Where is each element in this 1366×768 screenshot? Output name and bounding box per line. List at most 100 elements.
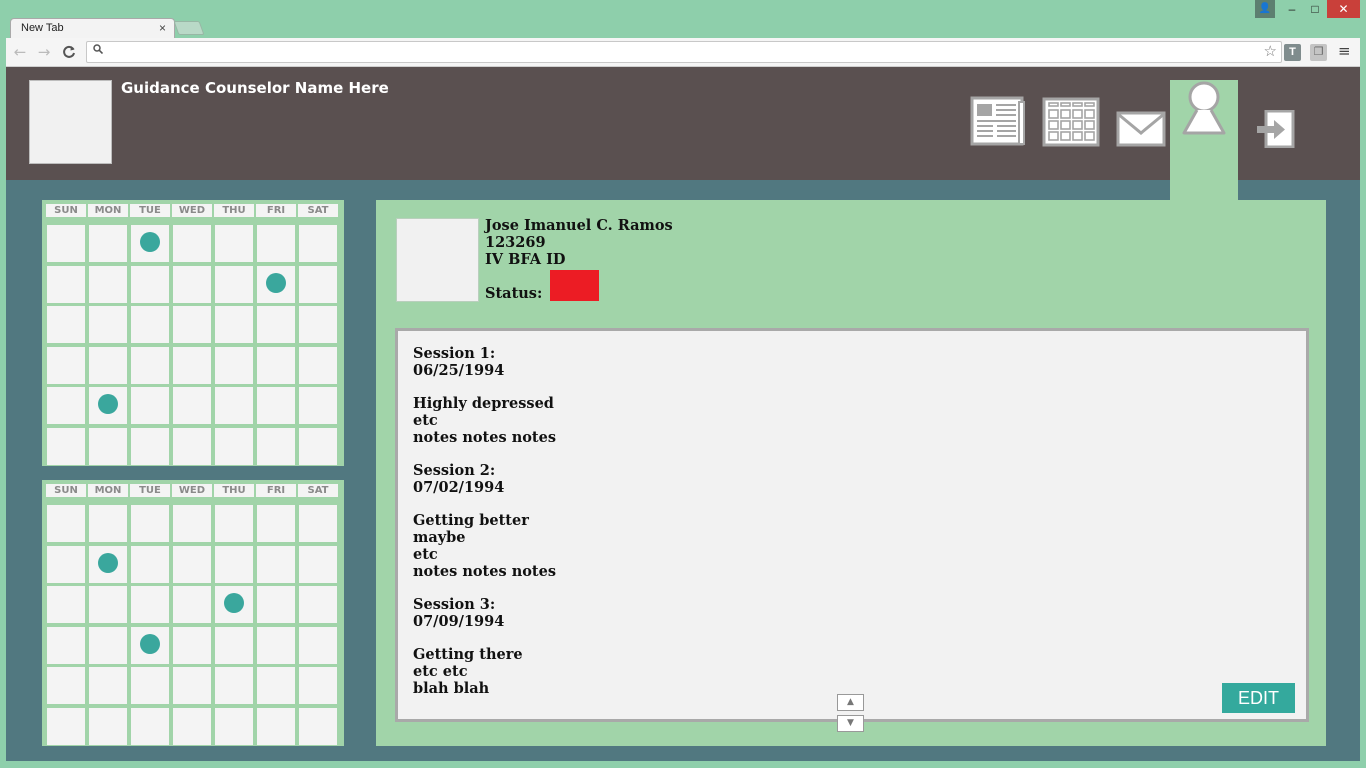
- calendar-day-cell[interactable]: [215, 707, 253, 745]
- profile-tab[interactable]: [1170, 80, 1238, 201]
- calendar-day-cell[interactable]: [299, 505, 337, 542]
- calendar-day-cell[interactable]: [47, 505, 85, 542]
- calendar-day-cell[interactable]: [131, 306, 169, 343]
- appointment-dot[interactable]: [224, 593, 244, 613]
- calendar-day-cell[interactable]: [89, 667, 127, 704]
- calendar-day-cell[interactable]: [89, 346, 127, 384]
- calendar-day-cell[interactable]: [299, 387, 337, 424]
- tab-new-tab[interactable]: New Tab ×: [10, 18, 175, 40]
- calendar-day-cell[interactable]: [173, 586, 211, 623]
- calendar-day-cell[interactable]: [299, 626, 337, 664]
- minimize-button[interactable]: –: [1281, 0, 1303, 18]
- calendar-day-cell[interactable]: [173, 505, 211, 542]
- calendar-day-cell[interactable]: [131, 387, 169, 424]
- extension-t-icon[interactable]: T: [1284, 44, 1301, 61]
- calendar-day-cell[interactable]: [257, 545, 295, 583]
- calendar-day-cell[interactable]: [173, 707, 211, 745]
- calendar-day-cell[interactable]: [47, 225, 85, 262]
- calendar-day-cell[interactable]: [215, 586, 253, 623]
- tab-close-icon[interactable]: ×: [159, 21, 166, 35]
- calendar-day-cell[interactable]: [131, 427, 169, 465]
- calendar-day-cell[interactable]: [47, 667, 85, 704]
- calendar-day-cell[interactable]: [215, 545, 253, 583]
- calendar-day-cell[interactable]: [215, 505, 253, 542]
- calendar-day-cell[interactable]: [131, 545, 169, 583]
- calendar-day-cell[interactable]: [131, 505, 169, 542]
- calendar-day-cell[interactable]: [173, 346, 211, 384]
- calendar-day-cell[interactable]: [131, 225, 169, 262]
- logout-icon[interactable]: [1257, 109, 1295, 149]
- calendar-day-cell[interactable]: [89, 265, 127, 303]
- calendar-day-cell[interactable]: [47, 306, 85, 343]
- mail-icon[interactable]: [1116, 111, 1166, 147]
- calendar-day-cell[interactable]: [257, 586, 295, 623]
- calendar-day-cell[interactable]: [299, 427, 337, 465]
- calendar-grid-icon[interactable]: [1042, 97, 1100, 147]
- appointment-dot[interactable]: [98, 552, 118, 573]
- calendar-day-cell[interactable]: [299, 707, 337, 745]
- calendar-day-cell[interactable]: [215, 346, 253, 384]
- calendar-day-cell[interactable]: [47, 387, 85, 424]
- calendar-day-cell[interactable]: [299, 586, 337, 623]
- calendar-day-cell[interactable]: [89, 306, 127, 343]
- calendar-day-cell[interactable]: [257, 306, 295, 343]
- calendar-day-cell[interactable]: [257, 707, 295, 745]
- scroll-up-button[interactable]: ▲: [837, 694, 864, 711]
- calendar-day-cell[interactable]: [131, 586, 169, 623]
- calendar-day-cell[interactable]: [131, 707, 169, 745]
- browser-menu-icon[interactable]: ≡: [1338, 42, 1351, 60]
- calendar-day-cell[interactable]: [89, 586, 127, 623]
- calendar-day-cell[interactable]: [89, 545, 127, 583]
- calendar-day-cell[interactable]: [299, 346, 337, 384]
- calendar-day-cell[interactable]: [47, 586, 85, 623]
- calendar-day-cell[interactable]: [173, 306, 211, 343]
- appointment-dot[interactable]: [140, 633, 160, 654]
- calendar-day-cell[interactable]: [131, 265, 169, 303]
- calendar-day-cell[interactable]: [299, 265, 337, 303]
- calendar-day-cell[interactable]: [215, 265, 253, 303]
- calendar-day-cell[interactable]: [47, 265, 85, 303]
- session-notes-box[interactable]: Session 1: 06/25/1994 Highly depressed etc n…: [395, 328, 1309, 722]
- calendar-day-cell[interactable]: [257, 427, 295, 465]
- close-window-button[interactable]: ✕: [1327, 0, 1360, 18]
- calendar-day-cell[interactable]: [173, 545, 211, 583]
- extension-icon[interactable]: ❐: [1310, 44, 1327, 61]
- calendar-day-cell[interactable]: [215, 626, 253, 664]
- calendar-day-cell[interactable]: [299, 545, 337, 583]
- calendar-day-cell[interactable]: [89, 427, 127, 465]
- calendar-day-cell[interactable]: [173, 667, 211, 704]
- calendar-day-cell[interactable]: [89, 387, 127, 424]
- maximize-button[interactable]: □: [1304, 0, 1326, 18]
- calendar-day-cell[interactable]: [47, 346, 85, 384]
- calendar-day-cell[interactable]: [47, 707, 85, 745]
- newspaper-icon[interactable]: [969, 96, 1027, 148]
- calendar-day-cell[interactable]: [47, 545, 85, 583]
- calendar-day-cell[interactable]: [173, 427, 211, 465]
- calendar-day-cell[interactable]: [131, 346, 169, 384]
- calendar-day-cell[interactable]: [89, 505, 127, 542]
- calendar-day-cell[interactable]: [257, 346, 295, 384]
- calendar-day-cell[interactable]: [257, 626, 295, 664]
- calendar-day-cell[interactable]: [257, 505, 295, 542]
- calendar-day-cell[interactable]: [173, 626, 211, 664]
- calendar-day-cell[interactable]: [257, 387, 295, 424]
- calendar-day-cell[interactable]: [173, 225, 211, 262]
- calendar-day-cell[interactable]: [215, 667, 253, 704]
- calendar-day-cell[interactable]: [215, 427, 253, 465]
- calendar-day-cell[interactable]: [47, 427, 85, 465]
- calendar-day-cell[interactable]: [89, 626, 127, 664]
- bookmark-star-icon[interactable]: ☆: [1264, 42, 1277, 60]
- appointment-dot[interactable]: [266, 272, 286, 293]
- calendar-day-cell[interactable]: [89, 707, 127, 745]
- address-bar[interactable]: ☆: [86, 41, 1282, 63]
- calendar-day-cell[interactable]: [173, 387, 211, 424]
- appointment-dot[interactable]: [140, 232, 160, 252]
- calendar-day-cell[interactable]: [257, 667, 295, 704]
- calendar-day-cell[interactable]: [215, 225, 253, 262]
- calendar-day-cell[interactable]: [257, 225, 295, 262]
- new-tab-button[interactable]: [173, 21, 205, 35]
- scroll-down-button[interactable]: ▼: [837, 715, 864, 732]
- calendar-day-cell[interactable]: [89, 225, 127, 262]
- calendar-day-cell[interactable]: [299, 667, 337, 704]
- calendar-day-cell[interactable]: [257, 265, 295, 303]
